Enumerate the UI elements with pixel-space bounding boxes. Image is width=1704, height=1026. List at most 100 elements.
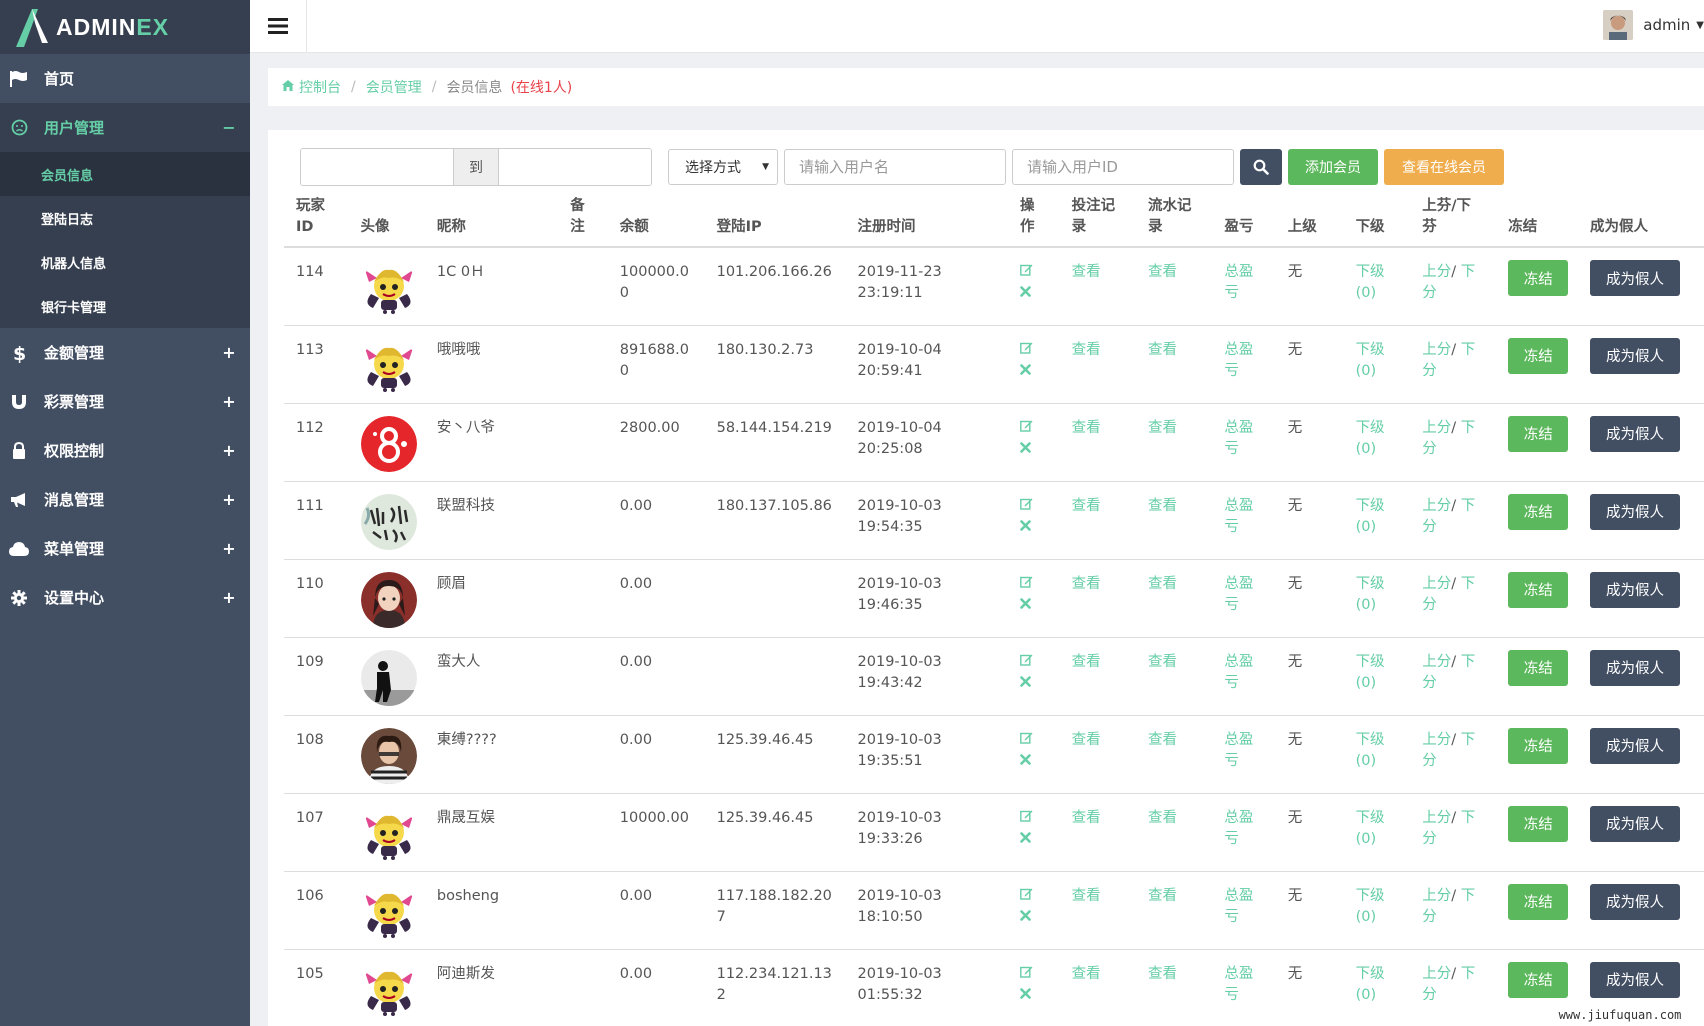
children-link[interactable]: 下级 (0) bbox=[1356, 810, 1385, 847]
view-bet-record-link[interactable]: 查看 bbox=[1072, 888, 1101, 904]
add-score-link[interactable]: 上分 bbox=[1422, 654, 1451, 670]
avatar[interactable] bbox=[360, 571, 417, 628]
make-fake-button[interactable]: 成为假人 bbox=[1590, 337, 1681, 374]
sidebar-item-7[interactable]: 设置中心 + bbox=[0, 573, 250, 622]
logo[interactable]: ADMINEX bbox=[0, 0, 250, 54]
make-fake-button[interactable]: 成为假人 bbox=[1590, 260, 1681, 296]
edit-icon[interactable] bbox=[1020, 964, 1048, 985]
view-bet-record-link[interactable]: 查看 bbox=[1072, 420, 1101, 436]
sidebar-item-4[interactable]: 权限控制 + bbox=[0, 426, 250, 475]
menu-toggle-button[interactable] bbox=[250, 0, 307, 52]
children-link[interactable]: 下级 (0) bbox=[1356, 576, 1385, 613]
delete-icon[interactable] bbox=[1020, 283, 1048, 304]
children-link[interactable]: 下级 (0) bbox=[1356, 498, 1385, 535]
total-profit-link[interactable]: 总盈亏 bbox=[1224, 810, 1253, 847]
add-score-link[interactable]: 上分 bbox=[1422, 732, 1451, 748]
avatar[interactable] bbox=[360, 337, 417, 394]
edit-icon[interactable] bbox=[1020, 652, 1048, 673]
add-score-link[interactable]: 上分 bbox=[1422, 264, 1451, 280]
freeze-button[interactable]: 冻结 bbox=[1508, 571, 1569, 608]
edit-icon[interactable] bbox=[1020, 340, 1048, 361]
freeze-button[interactable]: 冻结 bbox=[1508, 883, 1569, 920]
total-profit-link[interactable]: 总盈亏 bbox=[1224, 732, 1253, 769]
total-profit-link[interactable]: 总盈亏 bbox=[1224, 420, 1253, 457]
sidebar-item-2[interactable]: $ 金额管理 + bbox=[0, 328, 250, 377]
breadcrumb-home-link[interactable]: 控制台 bbox=[299, 77, 341, 97]
sidebar-item-1[interactable]: 用户管理 − bbox=[0, 103, 250, 152]
freeze-button[interactable]: 冻结 bbox=[1508, 805, 1569, 842]
children-link[interactable]: 下级 (0) bbox=[1356, 966, 1385, 1003]
delete-icon[interactable] bbox=[1020, 439, 1048, 460]
view-flow-record-link[interactable]: 查看 bbox=[1148, 654, 1177, 670]
edit-icon[interactable] bbox=[1020, 808, 1048, 829]
make-fake-button[interactable]: 成为假人 bbox=[1590, 805, 1681, 842]
user-menu[interactable]: admin ▼ bbox=[1603, 8, 1704, 42]
start-date-input[interactable] bbox=[301, 149, 453, 185]
sidebar-subitem-0[interactable]: 会员信息 bbox=[0, 152, 250, 196]
delete-icon[interactable] bbox=[1020, 673, 1048, 694]
edit-icon[interactable] bbox=[1020, 496, 1048, 517]
view-online-button[interactable]: 查看在线会员 bbox=[1384, 149, 1504, 185]
total-profit-link[interactable]: 总盈亏 bbox=[1224, 654, 1253, 691]
make-fake-button[interactable]: 成为假人 bbox=[1590, 571, 1681, 608]
add-score-link[interactable]: 上分 bbox=[1422, 342, 1451, 358]
avatar[interactable] bbox=[360, 961, 417, 1018]
total-profit-link[interactable]: 总盈亏 bbox=[1224, 342, 1253, 379]
edit-icon[interactable] bbox=[1020, 418, 1048, 439]
edit-icon[interactable] bbox=[1020, 730, 1048, 751]
total-profit-link[interactable]: 总盈亏 bbox=[1224, 264, 1253, 301]
add-score-link[interactable]: 上分 bbox=[1422, 810, 1451, 826]
children-link[interactable]: 下级 (0) bbox=[1356, 342, 1385, 379]
avatar[interactable] bbox=[360, 805, 417, 862]
avatar[interactable] bbox=[360, 883, 417, 940]
edit-icon[interactable] bbox=[1020, 886, 1048, 907]
sidebar-item-3[interactable]: 彩票管理 + bbox=[0, 377, 250, 426]
freeze-button[interactable]: 冻结 bbox=[1508, 493, 1569, 530]
view-flow-record-link[interactable]: 查看 bbox=[1148, 420, 1177, 436]
make-fake-button[interactable]: 成为假人 bbox=[1590, 727, 1681, 764]
make-fake-button[interactable]: 成为假人 bbox=[1590, 649, 1681, 686]
freeze-button[interactable]: 冻结 bbox=[1508, 337, 1569, 374]
view-bet-record-link[interactable]: 查看 bbox=[1072, 966, 1101, 982]
total-profit-link[interactable]: 总盈亏 bbox=[1224, 576, 1253, 613]
userid-input[interactable] bbox=[1012, 149, 1234, 185]
children-link[interactable]: 下级 (0) bbox=[1356, 654, 1385, 691]
avatar[interactable] bbox=[360, 260, 417, 316]
delete-icon[interactable] bbox=[1020, 985, 1048, 1006]
username-input[interactable] bbox=[784, 149, 1006, 185]
add-score-link[interactable]: 上分 bbox=[1422, 888, 1451, 904]
make-fake-button[interactable]: 成为假人 bbox=[1590, 415, 1681, 452]
view-bet-record-link[interactable]: 查看 bbox=[1072, 576, 1101, 592]
view-bet-record-link[interactable]: 查看 bbox=[1072, 810, 1101, 826]
make-fake-button[interactable]: 成为假人 bbox=[1590, 961, 1681, 998]
total-profit-link[interactable]: 总盈亏 bbox=[1224, 966, 1253, 1003]
breadcrumb-section-link[interactable]: 会员管理 bbox=[366, 77, 422, 97]
sidebar-item-6[interactable]: 菜单管理 + bbox=[0, 524, 250, 573]
search-button[interactable] bbox=[1240, 149, 1282, 185]
make-fake-button[interactable]: 成为假人 bbox=[1590, 493, 1681, 530]
view-bet-record-link[interactable]: 查看 bbox=[1072, 654, 1101, 670]
view-flow-record-link[interactable]: 查看 bbox=[1148, 966, 1177, 982]
sidebar-item-5[interactable]: 消息管理 + bbox=[0, 475, 250, 524]
edit-icon[interactable] bbox=[1020, 574, 1048, 595]
avatar[interactable] bbox=[360, 415, 417, 472]
delete-icon[interactable] bbox=[1020, 361, 1048, 382]
total-profit-link[interactable]: 总盈亏 bbox=[1224, 498, 1253, 535]
freeze-button[interactable]: 冻结 bbox=[1508, 961, 1569, 998]
avatar[interactable] bbox=[360, 493, 417, 550]
freeze-button[interactable]: 冻结 bbox=[1508, 260, 1569, 296]
delete-icon[interactable] bbox=[1020, 595, 1048, 616]
view-bet-record-link[interactable]: 查看 bbox=[1072, 342, 1101, 358]
view-flow-record-link[interactable]: 查看 bbox=[1148, 264, 1177, 280]
view-bet-record-link[interactable]: 查看 bbox=[1072, 264, 1101, 280]
sidebar-item-0[interactable]: 首页 bbox=[0, 54, 250, 103]
freeze-button[interactable]: 冻结 bbox=[1508, 415, 1569, 452]
add-score-link[interactable]: 上分 bbox=[1422, 576, 1451, 592]
view-flow-record-link[interactable]: 查看 bbox=[1148, 732, 1177, 748]
add-member-button[interactable]: 添加会员 bbox=[1288, 149, 1378, 185]
children-link[interactable]: 下级 (0) bbox=[1356, 420, 1385, 457]
view-bet-record-link[interactable]: 查看 bbox=[1072, 732, 1101, 748]
add-score-link[interactable]: 上分 bbox=[1422, 966, 1451, 982]
view-flow-record-link[interactable]: 查看 bbox=[1148, 342, 1177, 358]
avatar[interactable] bbox=[360, 649, 417, 706]
